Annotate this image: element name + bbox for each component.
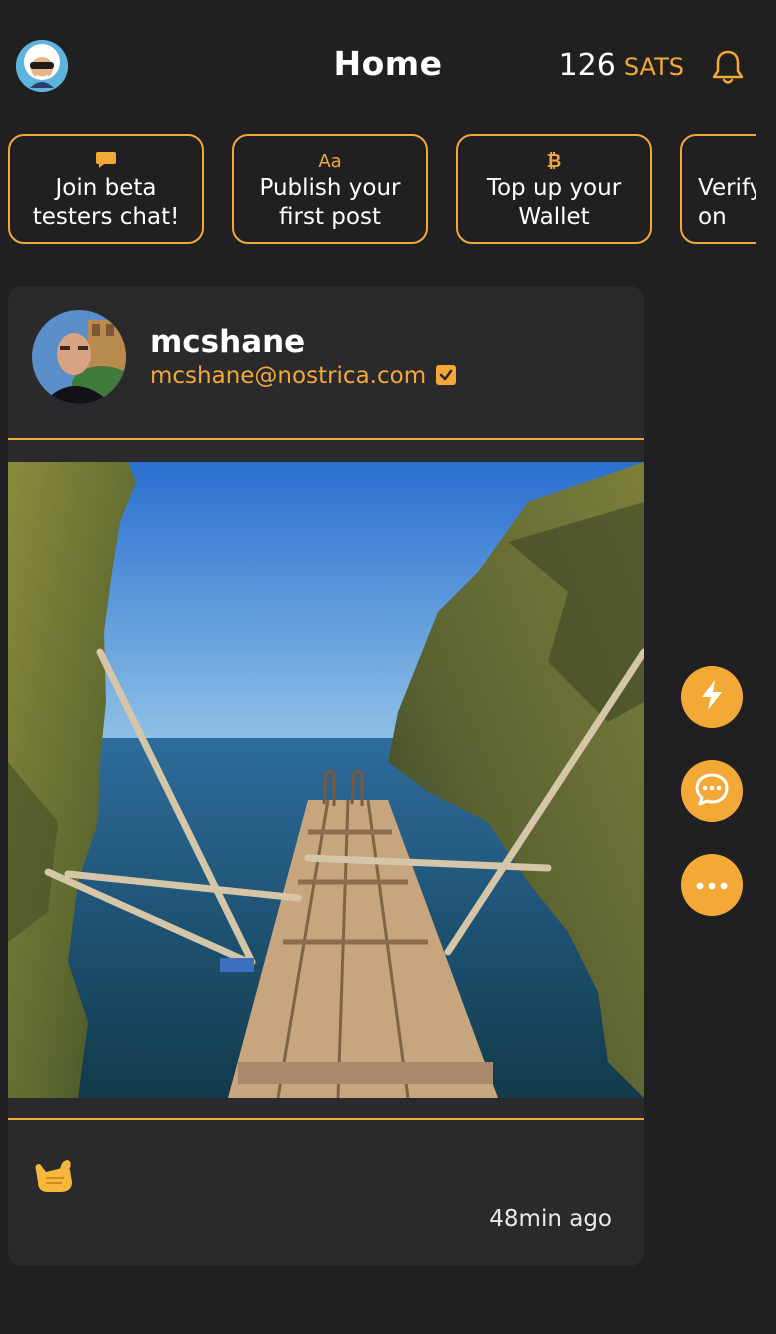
comment-button[interactable] [681,760,743,822]
verified-check-icon [436,364,457,385]
post-card: mcshane mcshane@nostrica.com 48min ago [8,286,644,1266]
chat-bubble-icon [10,150,202,174]
sats-amount: 126 [558,48,616,83]
author-name[interactable]: mcshane [150,324,305,360]
comment-icon [694,771,730,811]
onboarding-chips: Join beta testers chat! Aa Publish your … [0,134,756,248]
chip-label: Top up your Wallet [486,175,622,230]
sats-balance[interactable]: 126 SATS [559,48,684,83]
call-me-hand-emoji-icon[interactable] [32,1152,76,1196]
post-timestamp: 48min ago [489,1206,612,1232]
author-nip05: mcshane@nostrica.com [150,363,457,389]
top-bar: Home 126 SATS [0,0,776,110]
bitcoin-icon: ₿ [546,151,562,172]
text-format-icon: Aa [318,151,342,172]
sats-unit: SATS [623,53,684,81]
bell-icon[interactable] [710,48,746,86]
author-avatar[interactable] [32,310,126,404]
chip-join-beta-chat[interactable]: Join beta testers chat! [8,134,204,244]
nip05-text: mcshane@nostrica.com [150,363,427,389]
post-image[interactable] [8,462,644,1099]
zap-icon [697,678,727,716]
more-button[interactable] [681,854,743,916]
chip-top-up-wallet[interactable]: ₿ Top up your Wallet [456,134,652,244]
zap-button[interactable] [681,666,743,728]
more-icon [695,876,729,895]
chip-label: Verify on [698,175,756,230]
chip-label: Join beta testers chat! [32,175,180,230]
divider [8,438,644,440]
chip-verify[interactable]: Verify on [680,134,756,244]
chip-publish-first-post[interactable]: Aa Publish your first post [232,134,428,244]
divider [8,1118,644,1120]
chip-label: Publish your first post [259,175,401,230]
